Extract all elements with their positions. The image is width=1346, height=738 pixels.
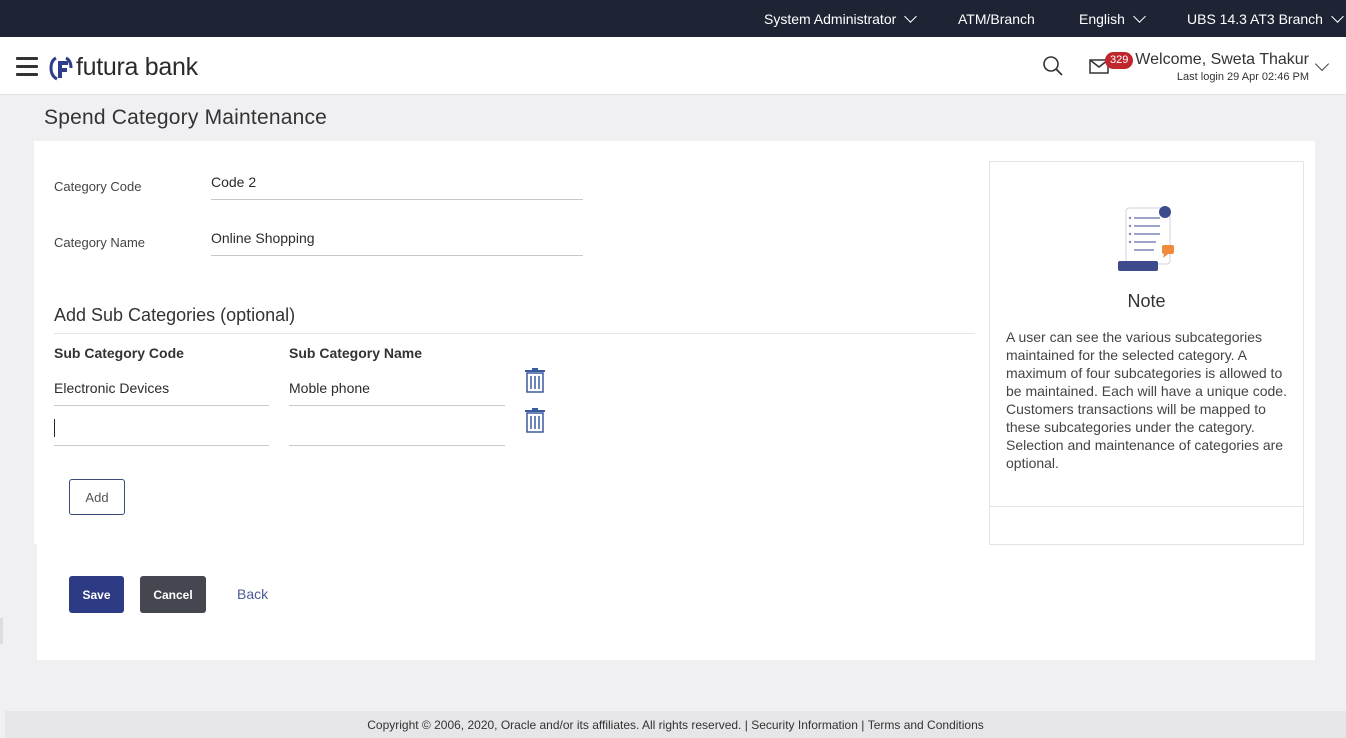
note-paragraph: Customers transactions will be mapped to…	[1006, 401, 1266, 435]
back-link[interactable]: Back	[237, 586, 268, 602]
language-selector[interactable]: English	[1079, 9, 1146, 27]
note-document-icon	[1118, 206, 1174, 271]
footer-separator: |	[857, 717, 868, 732]
copyright-text: Copyright © 2006, 2020, Oracle and/or it…	[367, 717, 742, 732]
col-header-name: Sub Category Name	[289, 345, 423, 361]
category-code-field[interactable]: Code 2	[211, 172, 583, 200]
last-login-text: Last login 29 Apr 02:46 PM	[1176, 71, 1309, 83]
add-subcategory-button[interactable]: Add	[69, 479, 125, 515]
brand-logo[interactable]: futura bank	[49, 53, 198, 82]
security-info-link[interactable]: Security Information	[751, 718, 858, 732]
location-label: ATM/Branch	[958, 11, 1035, 27]
role-label: System Administrator	[764, 11, 897, 27]
search-icon[interactable]	[1042, 55, 1064, 77]
subcategory-code-input-1[interactable]: Electronic Devices	[54, 378, 269, 406]
category-name-label: Category Name	[54, 235, 146, 250]
subcategory-code-input-2[interactable]	[54, 418, 269, 446]
footer-separator: |	[741, 717, 752, 732]
subcategory-name-input-1[interactable]: Moble phone	[289, 378, 505, 406]
note-paragraph: Selection and maintenance of categories …	[1006, 437, 1284, 471]
category-code-label: Category Code	[54, 179, 142, 194]
form-area	[34, 141, 987, 544]
chevron-down-icon	[1133, 9, 1146, 23]
terms-link[interactable]: Terms and Conditions	[868, 718, 984, 732]
hamburger-menu-icon[interactable]	[16, 57, 38, 76]
save-button[interactable]: Save	[69, 576, 124, 613]
brand-name: futura bank	[76, 53, 198, 81]
subcategory-section-title: Add Sub Categories (optional)	[54, 305, 296, 325]
footer: Copyright © 2006, 2020, Oracle and/or it…	[5, 711, 1346, 738]
entity-selector[interactable]: UBS 14.3 AT3 Branch	[1187, 9, 1344, 27]
chevron-down-icon	[1331, 9, 1344, 23]
role-selector[interactable]: System Administrator	[764, 9, 918, 27]
page-title: Spend Category Maintenance	[44, 106, 328, 129]
note-title: Note	[1127, 291, 1166, 311]
side-handle[interactable]	[0, 618, 3, 644]
category-name-field[interactable]: Online Shopping	[211, 228, 583, 256]
entity-label: UBS 14.3 AT3 Branch	[1187, 11, 1323, 27]
futura-logo-icon	[49, 56, 73, 80]
text-caret	[54, 419, 55, 437]
cancel-button[interactable]: Cancel	[140, 576, 206, 613]
mail-count-badge[interactable]: 329	[1105, 52, 1134, 69]
top-bar: System Administrator ATM/Branch English …	[0, 0, 1346, 37]
note-text: A user can see the various subcategories…	[1006, 328, 1292, 472]
subcategory-name-input-2[interactable]	[289, 418, 505, 446]
note-paragraph: A user can see the various subcategories…	[1006, 329, 1287, 399]
location-link[interactable]: ATM/Branch	[958, 11, 1035, 27]
trash-icon[interactable]	[523, 367, 547, 393]
col-header-code: Sub Category Code	[54, 345, 184, 361]
welcome-text[interactable]: Welcome, Sweta Thakur	[1135, 51, 1309, 69]
language-label: English	[1079, 11, 1125, 27]
section-divider	[54, 333, 975, 334]
chevron-down-icon	[904, 9, 918, 23]
trash-icon[interactable]	[523, 407, 547, 433]
